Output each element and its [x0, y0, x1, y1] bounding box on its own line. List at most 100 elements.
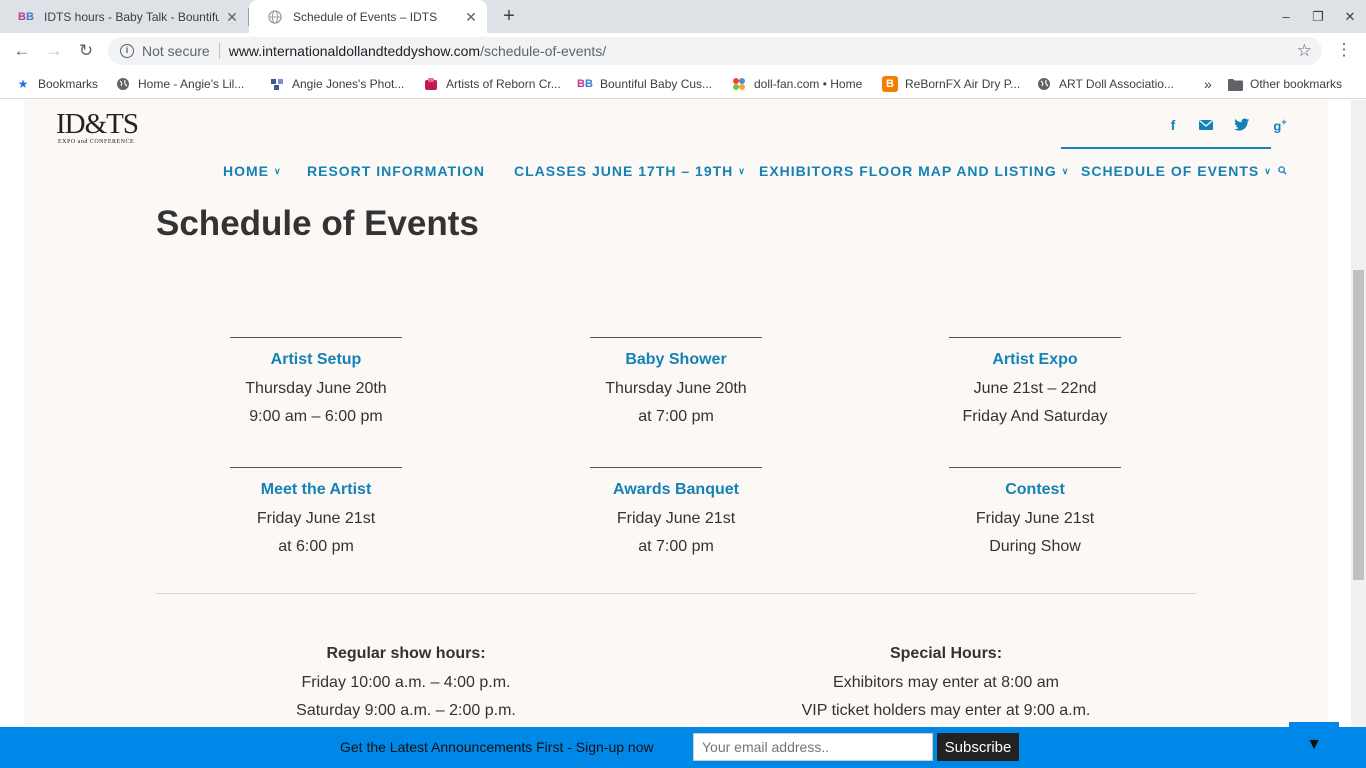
event-meet-the-artist: Meet the Artist Friday June 21st at 6:00…: [166, 467, 466, 557]
social-underline: [1061, 147, 1271, 149]
event-rule: [949, 337, 1121, 338]
event-baby-shower: Baby Shower Thursday June 20th at 7:00 p…: [526, 337, 826, 427]
bookmark-item[interactable]: Home - Angie's Lil...: [115, 76, 244, 92]
blogger-icon: B: [882, 76, 898, 92]
site-page: ID&TS EXPO and CONFERENCE f g+ HOME ∨ RES…: [26, 100, 1326, 768]
event-rule: [230, 337, 402, 338]
event-date: Friday June 21st: [975, 510, 1095, 527]
email-icon[interactable]: [1195, 117, 1217, 135]
event-time: Friday And Saturday: [962, 408, 1108, 425]
nav-item-home[interactable]: HOME ∨: [223, 163, 282, 179]
search-icon[interactable]: [1278, 166, 1288, 176]
bookmark-label: Home - Angie's Lil...: [138, 77, 245, 91]
url-path: /schedule-of-events/: [480, 43, 607, 59]
bb-favicon-icon: BB: [18, 10, 34, 23]
site-icon: [423, 76, 439, 92]
bookmark-item[interactable]: Artists of Reborn Cr...: [423, 76, 561, 92]
event-time: 9:00 am – 6:00 pm: [249, 408, 383, 425]
event-name: Artist Expo: [992, 351, 1078, 368]
address-divider: [218, 43, 220, 59]
event-date: June 21st – 22nd: [973, 380, 1097, 397]
nav-item-resort-information[interactable]: RESORT INFORMATION: [307, 163, 485, 179]
special-hours-heading: Special Hours:: [889, 645, 1003, 662]
bookmark-label: Bountiful Baby Cus...: [600, 77, 713, 91]
close-window-button[interactable]: ✕: [1334, 0, 1366, 33]
bookmark-item[interactable]: B ReBornFX Air Dry P...: [882, 76, 1020, 92]
event-rule: [590, 467, 762, 468]
info-icon[interactable]: i: [120, 44, 134, 58]
folder-icon: [1227, 76, 1243, 92]
page-scrollbar[interactable]: [1351, 100, 1366, 768]
scrollbar-thumb[interactable]: [1353, 270, 1364, 580]
logo-subtext: EXPO and CONFERENCE: [58, 139, 135, 145]
tab-strip: BB IDTS hours - Baby Talk - Bountifu ✕ S…: [0, 0, 1366, 33]
new-tab-button[interactable]: +: [498, 5, 520, 27]
event-name: Baby Shower: [625, 351, 727, 368]
other-bookmarks-folder[interactable]: Other bookmarks: [1227, 76, 1342, 92]
close-tab-icon[interactable]: ✕: [463, 9, 479, 26]
signup-bar: ▼ Get the Latest Announcements First - S…: [0, 722, 1366, 768]
nav-label: RESORT INFORMATION: [307, 163, 485, 179]
event-time: at 6:00 pm: [278, 538, 354, 555]
collapse-signup-button[interactable]: ▼: [1289, 722, 1339, 762]
chevron-down-icon: ∨: [274, 166, 282, 176]
twitter-icon[interactable]: [1231, 117, 1253, 135]
address-bar[interactable]: i Not secure www.internationaldollandted…: [108, 37, 1322, 65]
flickr-icon: [269, 76, 285, 92]
tab-schedule-of-events[interactable]: Schedule of Events – IDTS ✕: [249, 0, 487, 33]
bookmark-item[interactable]: Angie Jones's Phot...: [269, 76, 404, 92]
signup-text: Get the Latest Announcements First - Sig…: [340, 739, 654, 755]
browser-menu-icon[interactable]: ⋮: [1334, 40, 1354, 60]
event-rule: [949, 467, 1121, 468]
reload-icon[interactable]: ↻: [75, 40, 97, 62]
bookmark-label: ART Doll Associatio...: [1059, 77, 1174, 91]
regular-hours: Regular show hours: Friday 10:00 a.m. – …: [206, 645, 606, 721]
site-logo[interactable]: ID&TS EXPO and CONFERENCE: [56, 109, 148, 145]
bookmark-label: doll-fan.com • Home: [754, 77, 863, 91]
nav-item-exhibitors[interactable]: EXHIBITORS FLOOR MAP AND LISTING ∨: [759, 163, 1069, 179]
browser-toolbar: ← → ↻ i Not secure www.internationaldoll…: [0, 33, 1366, 69]
joomla-icon: [731, 76, 747, 92]
event-name: Meet the Artist: [260, 481, 372, 498]
bookmark-item[interactable]: ★ Bookmarks: [15, 76, 98, 92]
maximize-button[interactable]: ❐: [1302, 0, 1334, 33]
event-name: Awards Banquet: [613, 481, 739, 498]
subscribe-button[interactable]: Subscribe: [937, 733, 1019, 761]
tab-idts-hours[interactable]: BB IDTS hours - Baby Talk - Bountifu ✕: [0, 0, 248, 33]
event-date: Friday June 21st: [256, 510, 376, 527]
bookmark-item[interactable]: doll-fan.com • Home: [731, 76, 862, 92]
forward-arrow-icon[interactable]: →: [43, 40, 65, 62]
back-arrow-icon[interactable]: ←: [11, 40, 33, 62]
bookmark-item[interactable]: BB Bountiful Baby Cus...: [577, 76, 712, 92]
bookmark-label: Bookmarks: [38, 77, 99, 91]
globe-icon: [115, 76, 131, 92]
bookmarks-overflow-button[interactable]: »: [1204, 76, 1212, 92]
event-date: Friday June 21st: [616, 510, 736, 527]
event-name: Contest: [1005, 481, 1065, 498]
bookmarks-bar: ★ Bookmarks Home - Angie's Lil... Angie …: [0, 69, 1366, 99]
facebook-icon[interactable]: f: [1162, 117, 1184, 135]
page-viewport: ID&TS EXPO and CONFERENCE f g+ HOME ∨ RES…: [0, 100, 1366, 768]
close-tab-icon[interactable]: ✕: [224, 9, 240, 26]
hours-line: Exhibitors may enter at 8:00 am: [833, 674, 1059, 691]
bb-icon: BB: [577, 78, 593, 90]
nav-item-schedule-of-events[interactable]: SCHEDULE OF EVENTS ∨: [1081, 163, 1272, 179]
hours-line: VIP ticket holders may enter at 9:00 a.m…: [801, 702, 1091, 719]
email-input[interactable]: [693, 733, 933, 761]
chevron-down-icon: ∨: [1264, 166, 1272, 176]
bookmark-label: ReBornFX Air Dry P...: [905, 77, 1021, 91]
bookmark-star-icon[interactable]: ☆: [1297, 41, 1312, 61]
google-plus-icon[interactable]: g+: [1269, 117, 1291, 135]
hours-line: Saturday 9:00 a.m. – 2:00 p.m.: [296, 702, 516, 719]
nav-item-classes[interactable]: CLASSES JUNE 17TH – 19TH ∨: [514, 163, 746, 179]
nav-label: CLASSES JUNE 17TH – 19TH: [514, 163, 734, 179]
event-name: Artist Setup: [270, 351, 362, 368]
bookmark-item[interactable]: ART Doll Associatio...: [1036, 76, 1174, 92]
url-host: www.internationaldollandteddyshow.com: [228, 43, 481, 59]
event-contest: Contest Friday June 21st During Show: [885, 467, 1185, 557]
globe-favicon-icon: [267, 9, 283, 25]
event-date: Thursday June 20th: [245, 380, 387, 397]
minimize-button[interactable]: –: [1270, 0, 1302, 33]
event-date: Thursday June 20th: [605, 380, 747, 397]
globe-icon: [1036, 76, 1052, 92]
